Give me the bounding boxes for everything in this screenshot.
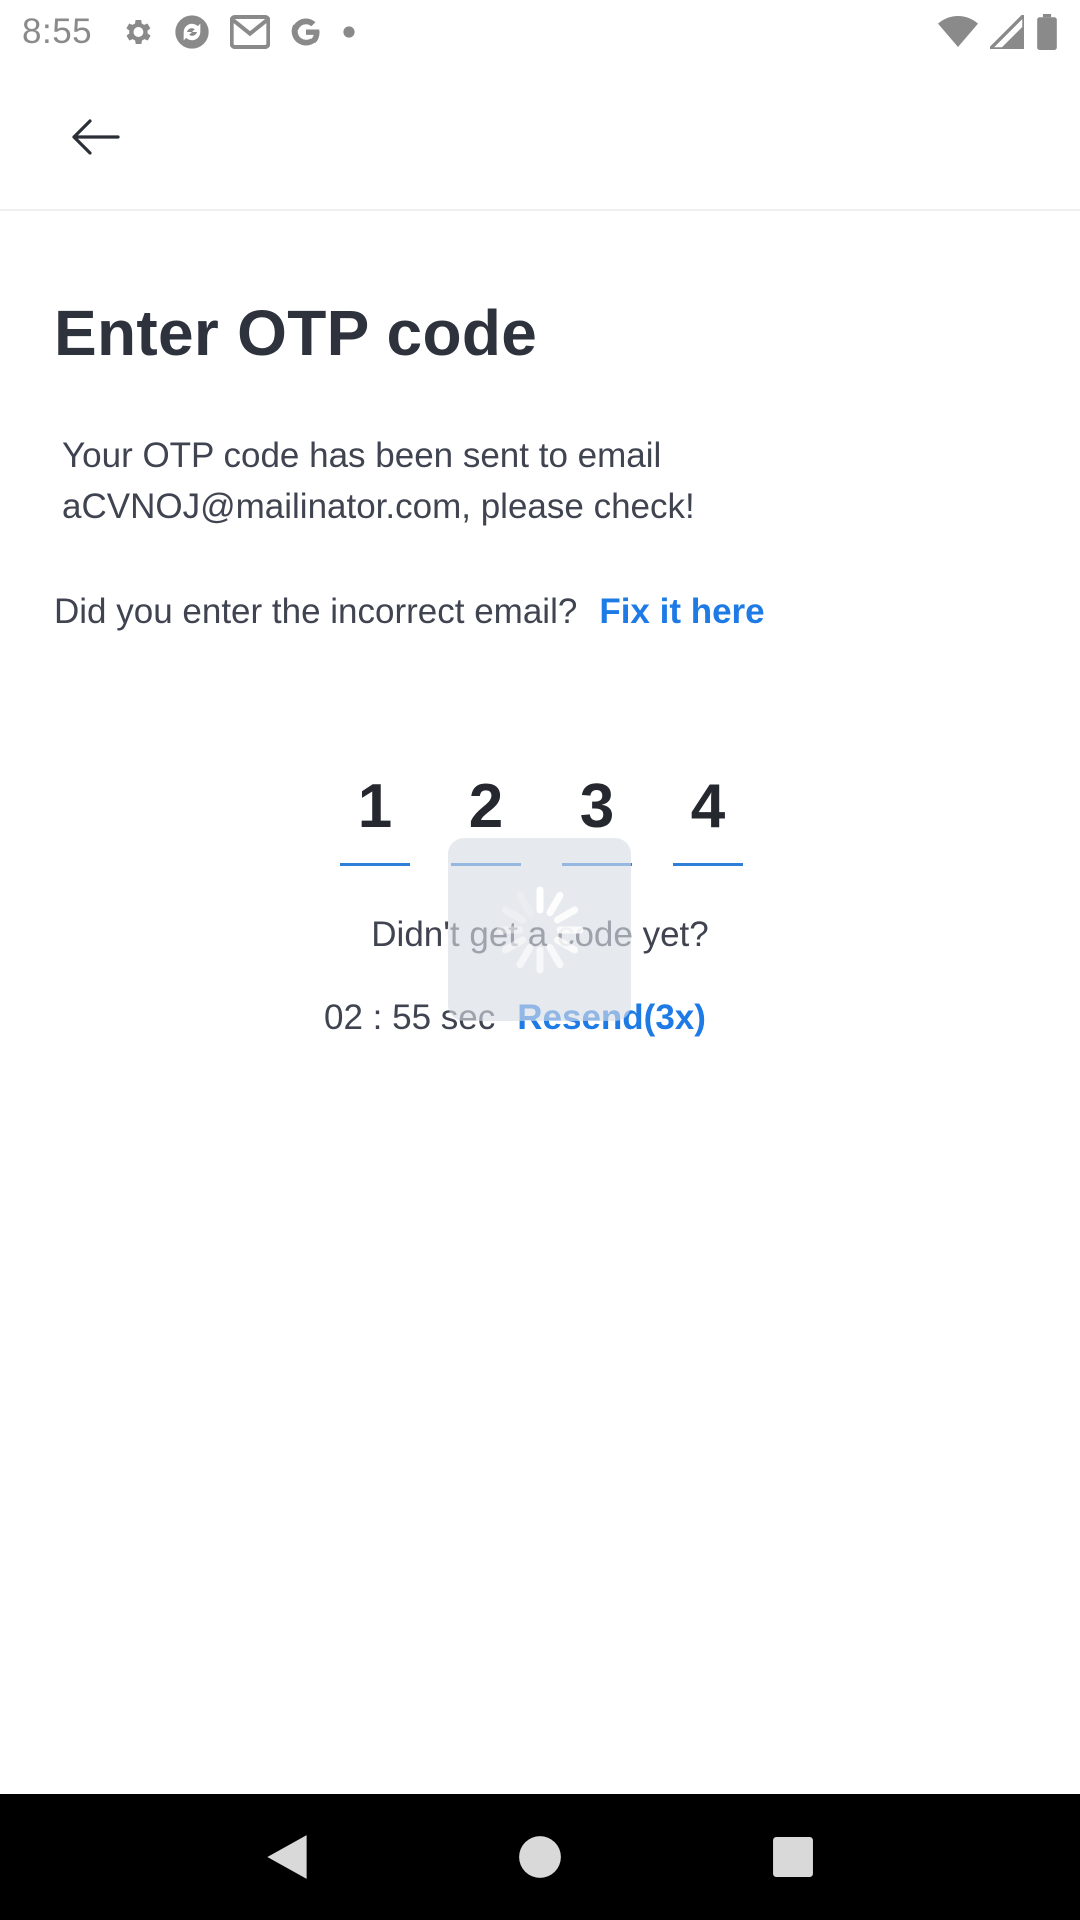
otp-digit-field-1[interactable]: 1 <box>340 770 410 866</box>
nav-recents-button[interactable] <box>748 1812 838 1902</box>
app-bar <box>0 63 1080 211</box>
loading-overlay <box>448 838 631 1021</box>
dot-icon <box>343 25 355 38</box>
recents-square-icon <box>773 1837 814 1877</box>
otp-digit-field-4[interactable]: 4 <box>673 770 743 866</box>
otp-digit: 4 <box>690 772 726 841</box>
otp-underline <box>673 863 743 866</box>
otp-sent-message: Your OTP code has been sent to email aCV… <box>62 430 962 532</box>
back-triangle-icon <box>267 1835 307 1879</box>
otp-sent-line-2: aCVNOJ@mailinator.com, please check! <box>62 487 695 526</box>
otp-digit: 1 <box>357 772 393 841</box>
spinner-icon <box>496 886 583 973</box>
otp-underline <box>340 863 410 866</box>
fix-email-link[interactable]: Fix it here <box>599 592 764 632</box>
page-title: Enter OTP code <box>54 297 538 369</box>
notification-icons <box>120 12 356 52</box>
otp-digit: 3 <box>579 772 615 841</box>
otp-screen: 8:55 Enter OTP code Your OTP code has be… <box>0 0 1080 1920</box>
system-nav-bar <box>0 1794 1080 1920</box>
nav-back-button[interactable] <box>242 1812 332 1902</box>
battery-icon <box>1037 13 1057 50</box>
incorrect-email-row: Did you enter the incorrect email? Fix i… <box>54 592 765 632</box>
gmail-icon <box>230 14 271 49</box>
otp-sent-line-1: Your OTP code has been sent to email <box>62 436 662 475</box>
otp-digit: 2 <box>468 772 504 841</box>
signal-icon <box>990 14 1024 49</box>
arrow-left-icon <box>72 119 120 155</box>
sync-icon <box>175 14 209 49</box>
status-time: 8:55 <box>22 11 93 51</box>
back-button[interactable] <box>58 107 132 167</box>
home-circle-icon <box>519 1836 561 1878</box>
settings-icon <box>126 19 151 44</box>
google-icon <box>291 17 320 46</box>
system-status-icons <box>938 13 1058 50</box>
nav-home-button[interactable] <box>495 1812 585 1902</box>
status-bar: 8:55 <box>0 0 1080 63</box>
incorrect-email-prompt: Did you enter the incorrect email? <box>54 592 578 631</box>
wifi-icon <box>938 15 978 47</box>
